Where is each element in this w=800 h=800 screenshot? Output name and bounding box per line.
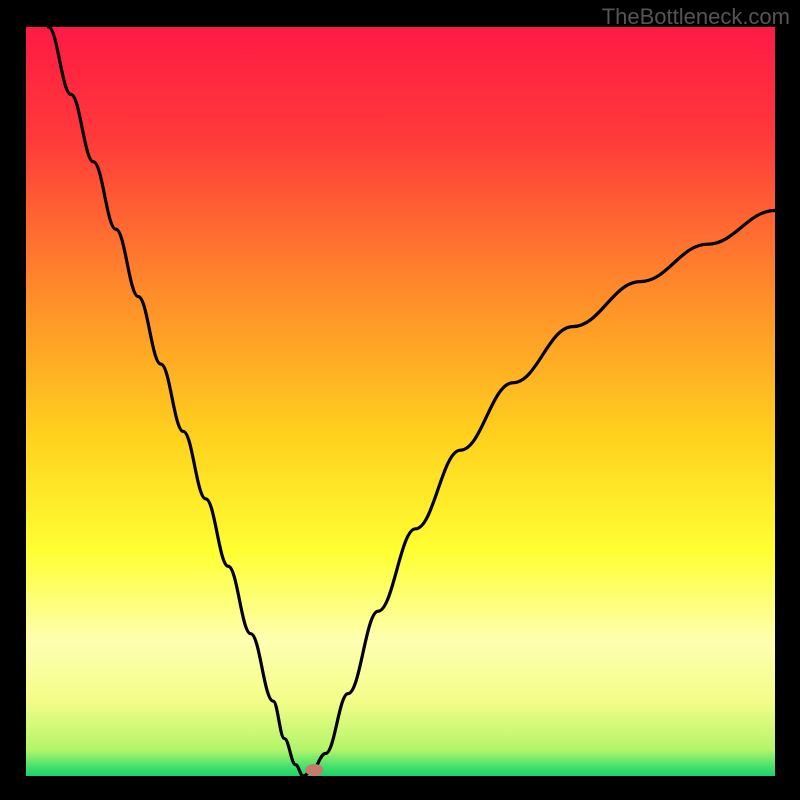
chart-svg [26, 27, 775, 776]
chart-plot-area [26, 27, 775, 776]
chart-background-gradient [26, 27, 775, 776]
watermark-text: TheBottleneck.com [602, 4, 790, 30]
curve-minimum-marker [305, 764, 323, 776]
